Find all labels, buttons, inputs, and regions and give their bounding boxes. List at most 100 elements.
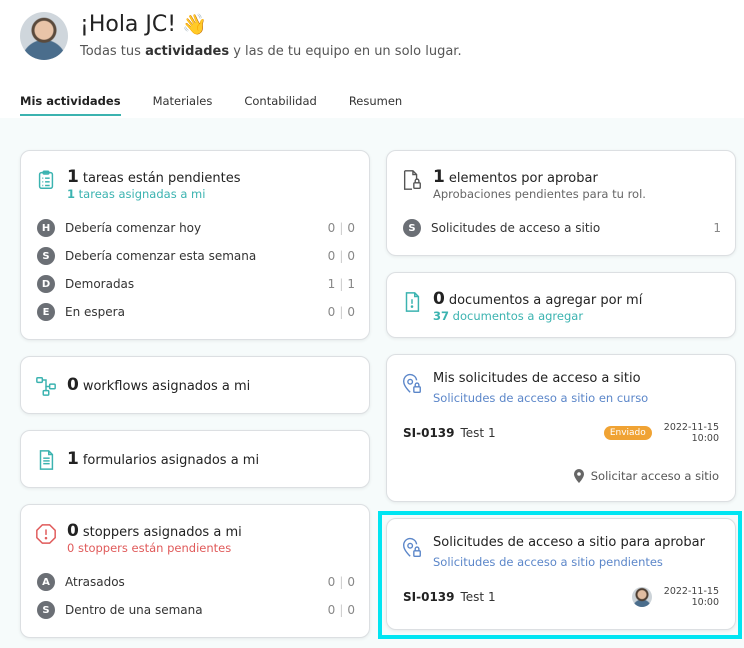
tasks-subtitle[interactable]: 1 tareas asignadas a mi bbox=[67, 187, 205, 201]
forms-title: 1 formularios asignados a mi bbox=[67, 449, 259, 469]
row-badge: E bbox=[37, 303, 55, 321]
stoppers-subtitle[interactable]: 0 stoppers están pendientes bbox=[67, 541, 231, 555]
row-badge: H bbox=[37, 219, 55, 237]
request-time: 10:00 bbox=[691, 433, 719, 444]
documents-subtitle[interactable]: 37 documentos a agregar bbox=[433, 309, 583, 323]
row-badge: S bbox=[37, 247, 55, 265]
approvals-card[interactable]: 1 elementos por aprobar Aprobaciones pend… bbox=[386, 150, 736, 256]
request-date: 2022-11-15 bbox=[663, 422, 719, 433]
row-value-b: 0 bbox=[347, 603, 355, 617]
task-row-espera[interactable]: E En espera 0 | 0 bbox=[37, 301, 355, 323]
row-value-a: 0 bbox=[327, 221, 336, 235]
wave-icon: 👋 bbox=[182, 12, 207, 36]
row-value-b: 1 bbox=[347, 277, 355, 291]
row-values: 0 | 0 bbox=[327, 221, 355, 235]
row-value-a: 0 bbox=[327, 575, 336, 589]
subtitle-bold: actividades bbox=[145, 44, 230, 59]
my-requests-subtitle[interactable]: Solicitudes de acceso a sitio en curso bbox=[433, 391, 648, 405]
approvals-title-text: elementos por aprobar bbox=[448, 171, 598, 186]
stoppers-card[interactable]: 0 stoppers asignados a mi 0 stoppers está… bbox=[20, 504, 370, 638]
task-row-semana[interactable]: S Debería comenzar esta semana 0 | 0 bbox=[37, 245, 355, 267]
row-values: 0 | 0 bbox=[327, 603, 355, 617]
page-header: ¡Hola JC! 👋 Todas tus actividades y las d… bbox=[0, 0, 744, 118]
greeting: ¡Hola JC! 👋 bbox=[80, 12, 207, 37]
subtitle-post: y las de tu equipo en un solo lugar. bbox=[229, 44, 462, 59]
location-lock-icon bbox=[403, 373, 421, 393]
forms-title-text: formularios asignados a mi bbox=[82, 453, 260, 468]
approvals-count: 1 bbox=[433, 167, 445, 187]
request-site-access-label: Solicitar acceso a sitio bbox=[590, 469, 719, 483]
request-site-access-link[interactable]: Solicitar acceso a sitio bbox=[573, 469, 719, 483]
row-value-b: 0 bbox=[347, 575, 355, 589]
focus-highlight bbox=[378, 511, 742, 639]
row-label: Debería comenzar hoy bbox=[65, 221, 202, 235]
document-alert-icon bbox=[405, 292, 420, 312]
tab-resumen[interactable]: Resumen bbox=[349, 94, 402, 116]
stopper-row-semana[interactable]: S Dentro de una semana 0 | 0 bbox=[37, 599, 355, 621]
subtitle-pre: Todas tus bbox=[80, 44, 146, 59]
documents-title-text: documentos a agregar por mí bbox=[448, 293, 643, 308]
row-label: Dentro de una semana bbox=[65, 603, 203, 617]
workflows-title: 0 workflows asignados a mi bbox=[67, 375, 250, 395]
tab-contabilidad[interactable]: Contabilidad bbox=[244, 94, 316, 116]
documents-card[interactable]: 0 documentos a agregar por mí 37 document… bbox=[386, 272, 736, 338]
row-badge: A bbox=[37, 573, 55, 591]
stoppers-title: 0 stoppers asignados a mi bbox=[67, 521, 242, 541]
stoppers-count: 0 bbox=[67, 521, 79, 541]
tab-materiales[interactable]: Materiales bbox=[153, 94, 213, 116]
row-values: 1 | 1 bbox=[327, 277, 355, 291]
row-value-b: 0 bbox=[347, 305, 355, 319]
user-avatar[interactable] bbox=[20, 12, 68, 60]
clipboard-list-icon bbox=[38, 170, 54, 189]
workflows-count: 0 bbox=[67, 375, 79, 395]
row-value: 1 bbox=[713, 221, 721, 235]
my-requests-title: Mis solicitudes de acceso a sitio bbox=[433, 371, 641, 386]
forms-card[interactable]: 1 formularios asignados a mi bbox=[20, 430, 370, 488]
row-value-a: 0 bbox=[327, 603, 336, 617]
row-label: Demoradas bbox=[65, 277, 135, 291]
task-row-hoy[interactable]: H Debería comenzar hoy 0 | 0 bbox=[37, 217, 355, 239]
tasks-title-text: tareas están pendientes bbox=[82, 171, 241, 186]
row-value-b: 0 bbox=[347, 249, 355, 263]
request-name: Test 1 bbox=[460, 426, 496, 440]
tasks-title: 1 tareas están pendientes bbox=[67, 167, 241, 187]
documents-sub-text: documentos a agregar bbox=[449, 309, 584, 323]
workflow-icon bbox=[36, 377, 56, 396]
row-value-a: 0 bbox=[327, 249, 336, 263]
row-badge: S bbox=[403, 219, 421, 237]
status-badge: Enviado bbox=[603, 426, 652, 440]
alert-octagon-icon bbox=[36, 524, 56, 544]
request-row[interactable]: SI-0139 Test 1 Enviado 2022-11-15 10:00 bbox=[403, 419, 719, 447]
row-value-a: 0 bbox=[327, 305, 336, 319]
form-document-icon bbox=[39, 450, 54, 470]
row-values: 0 | 0 bbox=[327, 575, 355, 589]
tasks-sub-count: 1 bbox=[67, 187, 76, 201]
row-label: Atrasados bbox=[65, 575, 125, 589]
stopper-row-atrasados[interactable]: A Atrasados 0 | 0 bbox=[37, 571, 355, 593]
request-id: SI-0139 bbox=[403, 426, 455, 440]
row-values: 0 | 0 bbox=[327, 249, 355, 263]
row-label: Solicitudes de acceso a sitio bbox=[431, 221, 601, 235]
tasks-count: 1 bbox=[67, 167, 79, 187]
tab-mis-actividades[interactable]: Mis actividades bbox=[20, 94, 121, 116]
task-row-demoradas[interactable]: D Demoradas 1 | 1 bbox=[37, 273, 355, 295]
workflows-card[interactable]: 0 workflows asignados a mi bbox=[20, 356, 370, 414]
tasks-sub-text: tareas asignadas a mi bbox=[75, 187, 206, 201]
document-lock-icon bbox=[403, 170, 421, 190]
stoppers-title-text: stoppers asignados a mi bbox=[82, 525, 242, 540]
tab-bar: Mis actividades Materiales Contabilidad … bbox=[20, 94, 434, 116]
row-badge: D bbox=[37, 275, 55, 293]
my-requests-card[interactable]: Mis solicitudes de acceso a sitio Solici… bbox=[386, 354, 736, 502]
row-badge: S bbox=[37, 601, 55, 619]
request-datetime: 2022-11-15 10:00 bbox=[664, 422, 719, 444]
approvals-subtitle: Aprobaciones pendientes para tu rol. bbox=[433, 187, 646, 201]
header-subtitle: Todas tus actividades y las de tu equipo… bbox=[80, 44, 462, 59]
map-pin-icon bbox=[573, 469, 584, 483]
greeting-text: ¡Hola JC! bbox=[80, 12, 177, 37]
row-value-b: 0 bbox=[347, 221, 355, 235]
approval-row-site-access[interactable]: S Solicitudes de acceso a sitio 1 bbox=[403, 217, 721, 239]
approvals-title: 1 elementos por aprobar bbox=[433, 167, 598, 187]
documents-title: 0 documentos a agregar por mí bbox=[433, 289, 642, 309]
row-label: En espera bbox=[65, 305, 125, 319]
tasks-card[interactable]: 1 tareas están pendientes 1 tareas asigna… bbox=[20, 150, 370, 340]
